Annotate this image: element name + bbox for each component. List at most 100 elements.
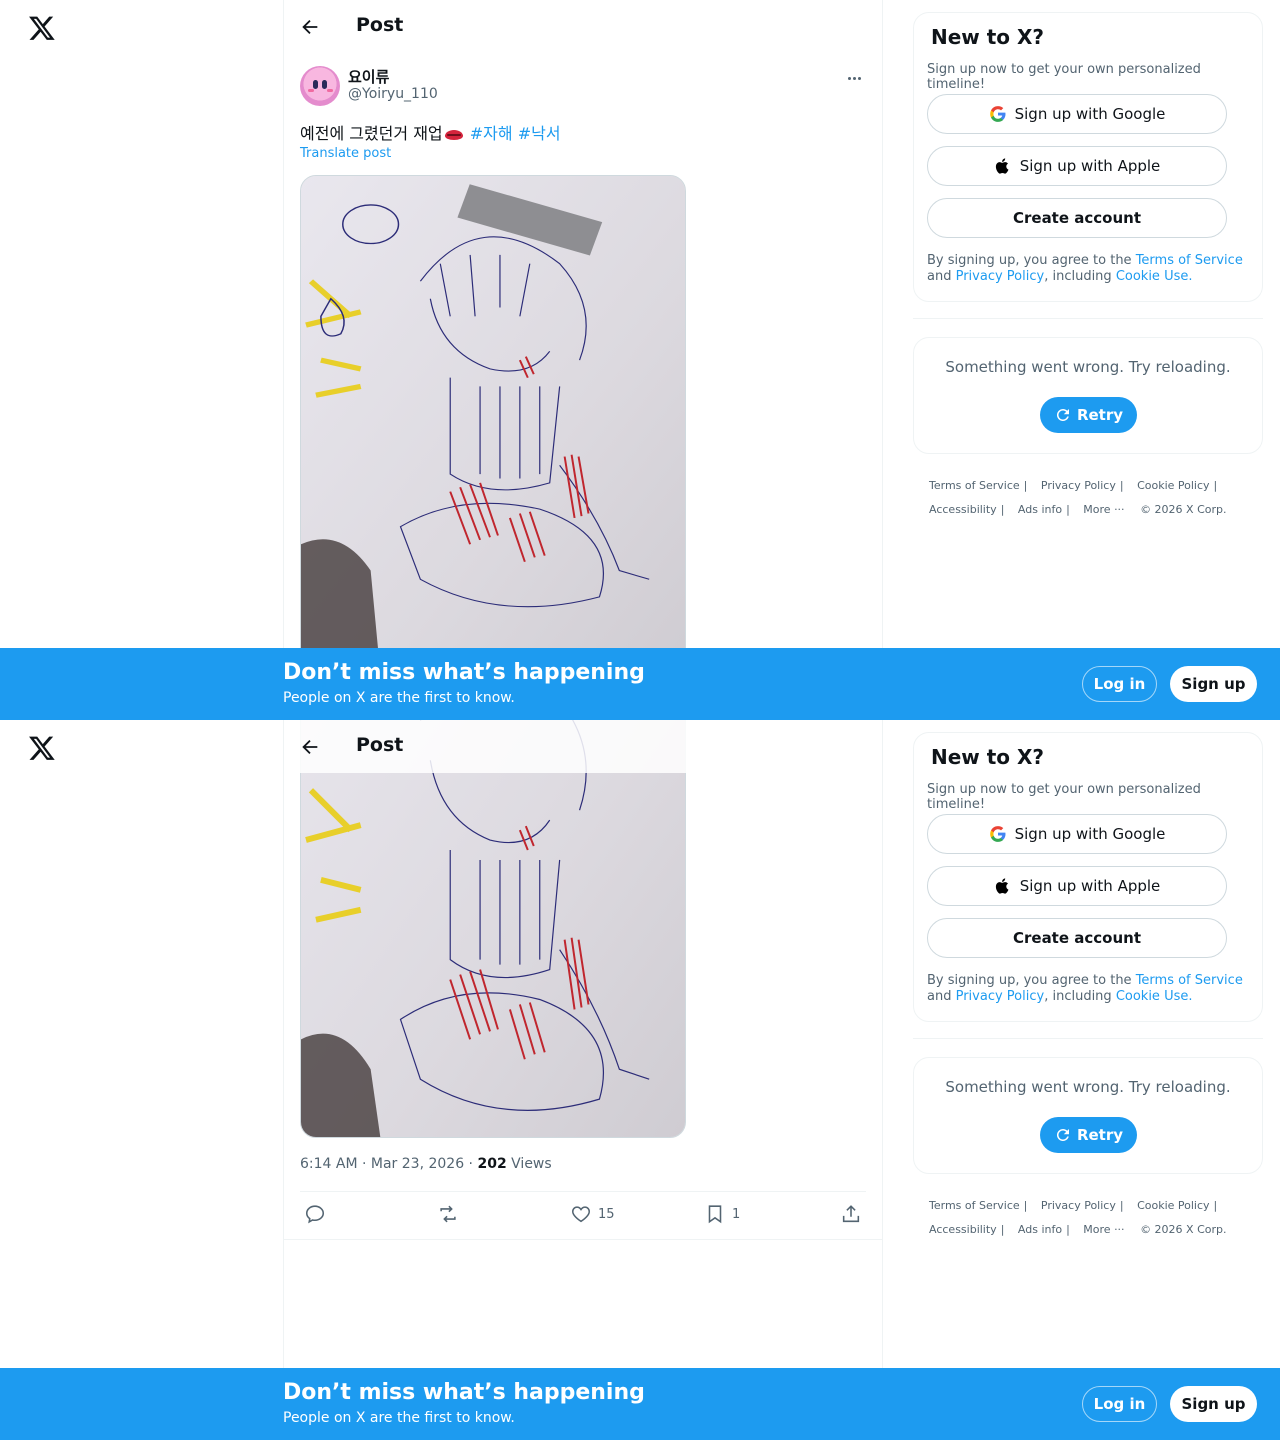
repost-icon xyxy=(440,1205,456,1223)
translate-post-link[interactable]: Translate post xyxy=(300,146,391,161)
signup-button[interactable]: Sign up xyxy=(1170,1386,1257,1422)
legal-and: and xyxy=(927,989,956,1004)
author-handle[interactable]: @Yoiryu_110 xyxy=(348,86,438,102)
signup-card: New to X? Sign up now to get your own pe… xyxy=(913,12,1263,302)
signup-apple-button[interactable]: Sign up with Apple xyxy=(927,866,1227,906)
post-text-main: 예전에 그렸던거 재업 xyxy=(300,124,443,143)
signup-google-button[interactable]: Sign up with Google xyxy=(927,94,1227,134)
signup-apple-button[interactable]: Sign up with Apple xyxy=(927,146,1227,186)
share-icon xyxy=(842,1205,860,1223)
footer-link-terms[interactable]: Terms of Service xyxy=(929,474,1020,498)
banner-title: Don’t miss what’s happening xyxy=(283,1380,645,1405)
avatar[interactable] xyxy=(300,66,340,106)
footer-link-cookie[interactable]: Cookie Policy xyxy=(1137,474,1209,498)
views-count: 202 xyxy=(477,1156,507,1172)
signup-apple-label: Sign up with Apple xyxy=(1019,157,1161,175)
legal-and: and xyxy=(927,269,956,284)
legal-prefix: By signing up, you agree to the xyxy=(927,253,1136,268)
retry-label: Retry xyxy=(1076,1126,1124,1144)
error-message: Something went wrong. Try reloading. xyxy=(945,1078,1231,1096)
share-button[interactable] xyxy=(840,1202,862,1226)
post-header: Post xyxy=(284,720,686,773)
more-options-icon[interactable] xyxy=(844,68,864,88)
footer-link-more[interactable]: More ··· xyxy=(1083,498,1124,522)
sketch-image-icon xyxy=(301,720,685,1137)
terms-link[interactable]: Terms of Service xyxy=(1136,973,1243,988)
error-card: Something went wrong. Try reloading. Ret… xyxy=(913,1057,1263,1174)
footer-link-terms[interactable]: Terms of Service xyxy=(929,1194,1020,1218)
banner-title: Don’t miss what’s happening xyxy=(283,660,645,685)
right-sidebar: New to X? Sign up now to get your own pe… xyxy=(913,0,1263,720)
footer-link-ads[interactable]: Ads info xyxy=(1018,1218,1062,1242)
privacy-link[interactable]: Privacy Policy xyxy=(956,989,1045,1004)
back-arrow-icon[interactable] xyxy=(298,16,322,38)
post-actions: 15 1 xyxy=(300,1202,866,1230)
like-button[interactable]: 15 xyxy=(570,1202,615,1226)
footer-link-ads[interactable]: Ads info xyxy=(1018,498,1062,522)
signup-banner: Don’t miss what’s happening People on X … xyxy=(0,648,1280,720)
legal-prefix: By signing up, you agree to the xyxy=(927,973,1136,988)
cookie-link[interactable]: Cookie Use. xyxy=(1116,269,1193,284)
footer-copyright: © 2026 X Corp. xyxy=(1140,1223,1227,1236)
hashtag-2[interactable]: #낙서 xyxy=(518,124,561,143)
post-timestamp: 6:14 AM · Mar 23, 2026 · 202 Views xyxy=(300,1156,552,1172)
footer-copyright: © 2026 X Corp. xyxy=(1140,503,1227,516)
terms-link[interactable]: Terms of Service xyxy=(1136,253,1243,268)
footer-link-privacy[interactable]: Privacy Policy xyxy=(1041,474,1116,498)
signup-google-label: Sign up with Google xyxy=(1014,825,1166,843)
viewport-top: Post 요이류 @Yoiryu_110 예전에 그렸던거 재업 #자해 #낙서… xyxy=(0,0,1280,720)
error-message: Something went wrong. Try reloading. xyxy=(945,358,1231,376)
page-title: Post xyxy=(356,14,404,36)
cookie-link[interactable]: Cookie Use. xyxy=(1116,989,1193,1004)
signup-google-button[interactable]: Sign up with Google xyxy=(927,814,1227,854)
post-image[interactable] xyxy=(300,175,686,675)
footer-link-more[interactable]: More ··· xyxy=(1083,1218,1124,1242)
refresh-icon xyxy=(1056,408,1069,421)
heart-icon xyxy=(572,1206,590,1223)
post-bottom-divider xyxy=(284,1239,882,1240)
apple-icon xyxy=(995,878,1009,894)
reply-button[interactable] xyxy=(304,1202,332,1226)
signup-subtitle: Sign up now to get your own personalized… xyxy=(927,62,1201,92)
signup-legal-text: By signing up, you agree to the Terms of… xyxy=(927,253,1252,285)
hashtag-1[interactable]: #자해 xyxy=(470,124,513,143)
google-icon xyxy=(989,826,1006,842)
actions-divider xyxy=(300,1191,866,1192)
footer-link-cookie[interactable]: Cookie Policy xyxy=(1137,1194,1209,1218)
apple-icon xyxy=(995,158,1009,174)
signup-button[interactable]: Sign up xyxy=(1170,666,1257,702)
refresh-icon xyxy=(1056,1128,1069,1141)
bookmark-button[interactable]: 1 xyxy=(704,1202,740,1226)
create-account-button[interactable]: Create account xyxy=(927,198,1227,238)
post-time[interactable]: 6:14 AM · Mar 23, 2026 · xyxy=(300,1156,477,1172)
error-card: Something went wrong. Try reloading. Ret… xyxy=(913,337,1263,454)
signup-apple-label: Sign up with Apple xyxy=(1019,877,1161,895)
legal-including: , including xyxy=(1044,269,1116,284)
repost-button[interactable] xyxy=(437,1202,465,1226)
back-arrow-icon[interactable] xyxy=(298,736,322,758)
retry-button[interactable]: Retry xyxy=(1040,1117,1137,1153)
signup-subtitle: Sign up now to get your own personalized… xyxy=(927,782,1201,812)
create-account-button[interactable]: Create account xyxy=(927,918,1227,958)
signup-legal-text: By signing up, you agree to the Terms of… xyxy=(927,973,1252,1005)
google-icon xyxy=(989,106,1006,122)
author-name[interactable]: 요이류 xyxy=(348,66,389,87)
banner-subtitle: People on X are the first to know. xyxy=(283,690,515,706)
login-button[interactable]: Log in xyxy=(1082,666,1157,702)
banner-subtitle: People on X are the first to know. xyxy=(283,1410,515,1426)
privacy-link[interactable]: Privacy Policy xyxy=(956,269,1045,284)
right-sidebar: New to X? Sign up now to get your own pe… xyxy=(913,720,1263,1440)
sketch-image-icon xyxy=(301,176,685,674)
x-logo-icon[interactable] xyxy=(28,14,56,42)
left-nav xyxy=(0,720,284,1440)
post-author: 요이류 @Yoiryu_110 xyxy=(300,66,866,106)
footer-link-accessibility[interactable]: Accessibility xyxy=(929,498,997,522)
bookmark-count: 1 xyxy=(732,1206,741,1222)
footer-link-accessibility[interactable]: Accessibility xyxy=(929,1218,997,1242)
login-button[interactable]: Log in xyxy=(1082,1386,1157,1422)
post-image[interactable] xyxy=(300,720,686,1138)
retry-button[interactable]: Retry xyxy=(1040,397,1137,433)
main-column: Post 6:14 AM · Mar 23, 2026 · 202 Views … xyxy=(284,720,883,1440)
x-logo-icon[interactable] xyxy=(28,734,56,762)
footer-link-privacy[interactable]: Privacy Policy xyxy=(1041,1194,1116,1218)
